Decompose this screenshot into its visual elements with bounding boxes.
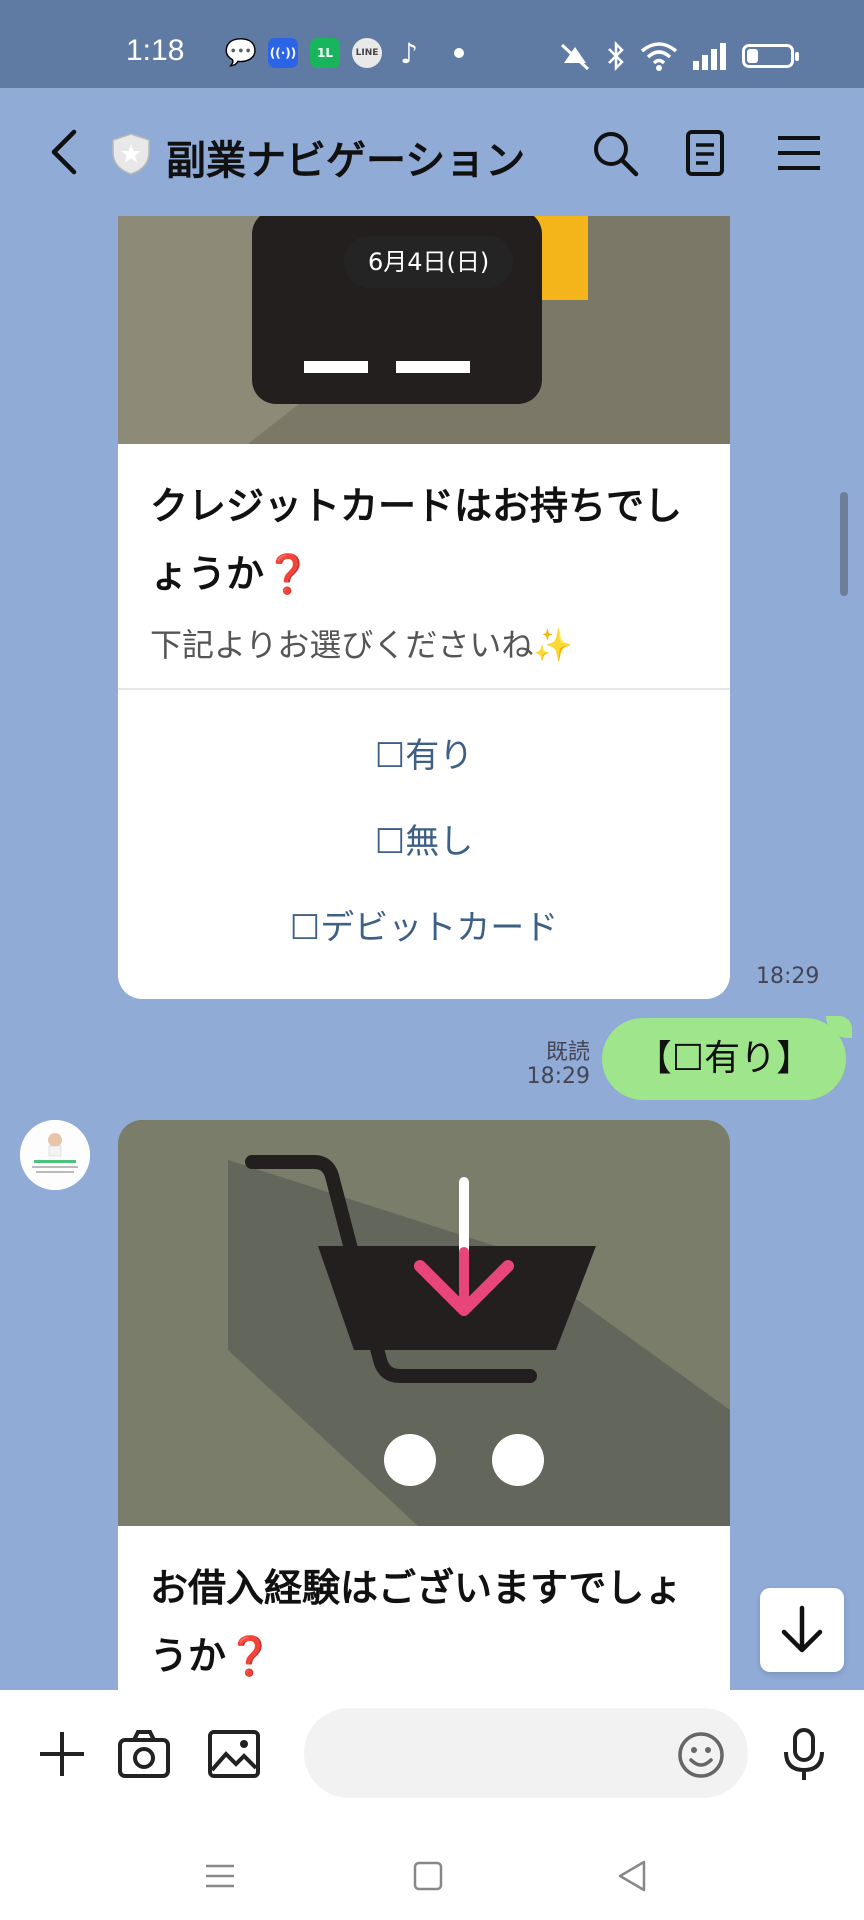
microphone-icon[interactable] bbox=[776, 1726, 832, 1782]
system-navigation-bar bbox=[0, 1830, 864, 1920]
card2-title-line1: お借入経験はございますでしょ bbox=[150, 1566, 683, 1610]
chat-header: 副業ナビゲーション bbox=[0, 88, 864, 216]
avatar[interactable] bbox=[20, 1120, 90, 1190]
notification-icons: 💬 ((·)) 1L LINE ♪ bbox=[224, 36, 464, 70]
scroll-to-bottom-button[interactable] bbox=[760, 1588, 844, 1672]
shield-icon bbox=[112, 133, 150, 175]
battery-icon bbox=[742, 44, 799, 68]
arrow-down-icon bbox=[781, 1605, 823, 1653]
status-time: 1:18 bbox=[126, 34, 185, 67]
card2-title-line2: うか❓ bbox=[150, 1634, 274, 1678]
date-separator: 6月4日(日) bbox=[344, 236, 514, 288]
camera-icon[interactable] bbox=[116, 1726, 172, 1782]
read-receipt: 既読 bbox=[545, 1040, 590, 1065]
message-input-bar bbox=[0, 1690, 864, 1830]
line-icon: LINE bbox=[352, 38, 382, 68]
notes-icon[interactable] bbox=[680, 128, 730, 178]
status-bar: 1:18 💬 ((·)) 1L LINE ♪ bbox=[0, 0, 864, 88]
chat-area[interactable]: クレジットカードはお持ちでし ょうか❓ 下記よりお選びくださいね✨ ☐有り ☐無… bbox=[0, 216, 864, 1690]
scrollbar[interactable] bbox=[840, 492, 848, 596]
card1-title-line1: クレジットカードはお持ちでし bbox=[150, 484, 683, 528]
wifi-icon bbox=[640, 42, 678, 71]
mute-vibrate-icon bbox=[560, 43, 590, 71]
reply-timestamp: 18:29 bbox=[526, 1064, 590, 1089]
emoji-icon[interactable] bbox=[676, 1730, 726, 1780]
tiktok-icon: ♪ bbox=[400, 36, 418, 70]
back-button[interactable] bbox=[40, 126, 92, 178]
card1-subtitle: 下記よりお選びくださいね✨ bbox=[150, 626, 574, 664]
recent-apps-icon[interactable] bbox=[202, 1858, 238, 1894]
message-card-loan: お借入経験はございますでしょ うか❓ bbox=[118, 1120, 730, 1690]
option-yes-button[interactable]: ☐有り bbox=[118, 728, 730, 777]
home-icon[interactable] bbox=[410, 1858, 446, 1894]
back-nav-icon[interactable] bbox=[614, 1858, 650, 1894]
my-message-bubble[interactable]: 【☐有り】 bbox=[602, 1016, 852, 1100]
chat-title: 副業ナビゲーション bbox=[166, 138, 526, 184]
signal-icon bbox=[693, 43, 726, 70]
chat-bubble-icon: 💬 bbox=[224, 38, 258, 68]
card1-title-line2: ょうか❓ bbox=[150, 552, 312, 596]
more-notifications-icon bbox=[454, 48, 464, 58]
message-card-credit-card: クレジットカードはお持ちでし ょうか❓ 下記よりお選びくださいね✨ ☐有り ☐無… bbox=[118, 216, 730, 999]
message-timestamp: 18:29 bbox=[756, 964, 820, 989]
image-icon[interactable] bbox=[206, 1726, 262, 1782]
cart-illustration bbox=[118, 1120, 730, 1526]
app-icon: 1L bbox=[310, 38, 340, 68]
bluetooth-icon bbox=[608, 40, 624, 72]
broadcast-icon: ((·)) bbox=[268, 38, 298, 68]
option-debit-card-button[interactable]: ☐デビットカード bbox=[118, 900, 730, 949]
system-icons bbox=[558, 40, 799, 72]
plus-icon[interactable] bbox=[34, 1726, 90, 1782]
menu-icon[interactable] bbox=[774, 128, 824, 178]
card-divider bbox=[118, 688, 730, 690]
search-icon[interactable] bbox=[590, 128, 640, 178]
shopping-cart-image bbox=[118, 1120, 730, 1526]
option-no-button[interactable]: ☐無し bbox=[118, 814, 730, 863]
avatar-image bbox=[20, 1120, 90, 1190]
